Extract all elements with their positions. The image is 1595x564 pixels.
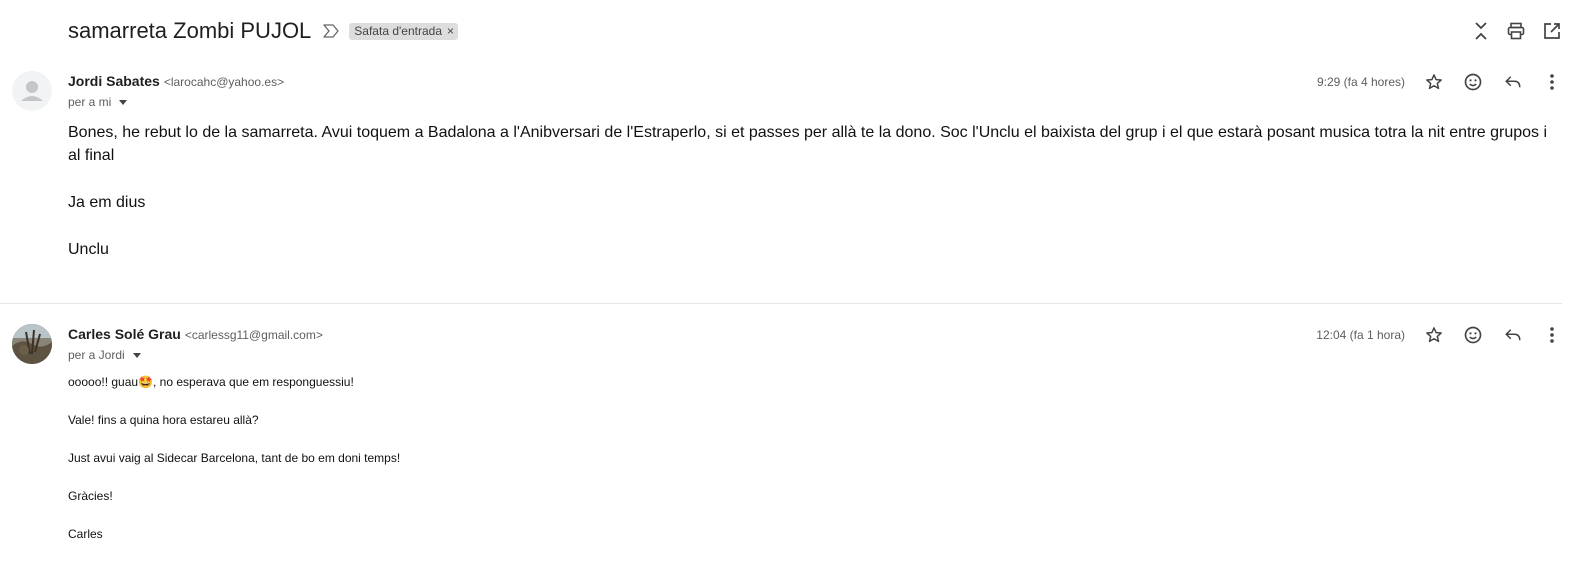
sender-name[interactable]: Jordi Sabates — [68, 73, 160, 89]
message-timestamp: 9:29 (fa 4 hores) — [1316, 75, 1405, 89]
message-body: Bones, he rebut lo de la samarreta. Avui… — [68, 121, 1558, 285]
message-paragraph: Carles — [68, 527, 103, 541]
recipients-label: per a Jordi — [68, 348, 125, 362]
message-paragraph: Bones, he rebut lo de la samarreta. Avui… — [68, 124, 1548, 164]
sender-info[interactable]: Jordi Sabates <larocahc@yahoo.es> — [68, 73, 284, 89]
open-in-new-window-icon[interactable] — [1541, 20, 1563, 42]
importance-marker-icon[interactable] — [323, 22, 341, 40]
label-chip-inbox[interactable]: Safata d'entrada × — [349, 22, 459, 40]
avatar-carles-sole-grau[interactable] — [12, 324, 52, 364]
message-paragraph: Gràcies! — [68, 489, 113, 503]
star-icon[interactable] — [1422, 323, 1446, 347]
recipients-dropdown[interactable]: per a Jordi — [68, 348, 141, 362]
avatar-jordi-sabates[interactable] — [12, 71, 52, 111]
sender-email: <carlessg11@gmail.com> — [184, 328, 323, 342]
message-body: ooooo!! guau🤩, no esperava que em respon… — [68, 374, 1468, 564]
message-paragraph: Just avui vaig al Sidecar Barcelona, tan… — [68, 451, 401, 465]
message-paragraph: Unclu — [68, 241, 109, 258]
remove-label-button[interactable]: × — [447, 24, 454, 38]
chevron-down-icon — [132, 352, 141, 358]
sender-info[interactable]: Carles Solé Grau <carlessg11@gmail.com> — [68, 326, 323, 342]
label-chip-text: Safata d'entrada — [354, 23, 442, 38]
message-divider — [0, 303, 1562, 304]
chevron-down-icon — [119, 99, 128, 105]
more-vert-icon[interactable] — [1540, 70, 1564, 94]
thread-header: samarreta Zombi PUJOL Safata d'entrada × — [68, 14, 459, 48]
message-paragraph: Ja em dius — [68, 194, 146, 211]
thread-subject: samarreta Zombi PUJOL — [68, 18, 312, 43]
message-paragraph: Vale! fins a quina hora estareu allà? — [68, 413, 259, 427]
reply-icon[interactable] — [1501, 323, 1525, 347]
message-timestamp: 12:04 (fa 1 hora) — [1316, 328, 1405, 342]
more-vert-icon[interactable] — [1540, 323, 1564, 347]
sender-email: <larocahc@yahoo.es> — [163, 75, 285, 89]
print-icon[interactable] — [1505, 20, 1527, 42]
reply-icon[interactable] — [1501, 70, 1525, 94]
emoji-reaction-icon[interactable] — [1461, 70, 1485, 94]
message-paragraph: ooooo!! guau🤩, no esperava que em respon… — [68, 375, 354, 389]
collapse-all-icon[interactable] — [1470, 20, 1492, 42]
sender-name[interactable]: Carles Solé Grau — [68, 326, 181, 342]
emoji-reaction-icon[interactable] — [1461, 323, 1485, 347]
recipients-dropdown[interactable]: per a mi — [68, 95, 128, 109]
star-icon[interactable] — [1422, 70, 1446, 94]
recipients-label: per a mi — [68, 95, 112, 109]
